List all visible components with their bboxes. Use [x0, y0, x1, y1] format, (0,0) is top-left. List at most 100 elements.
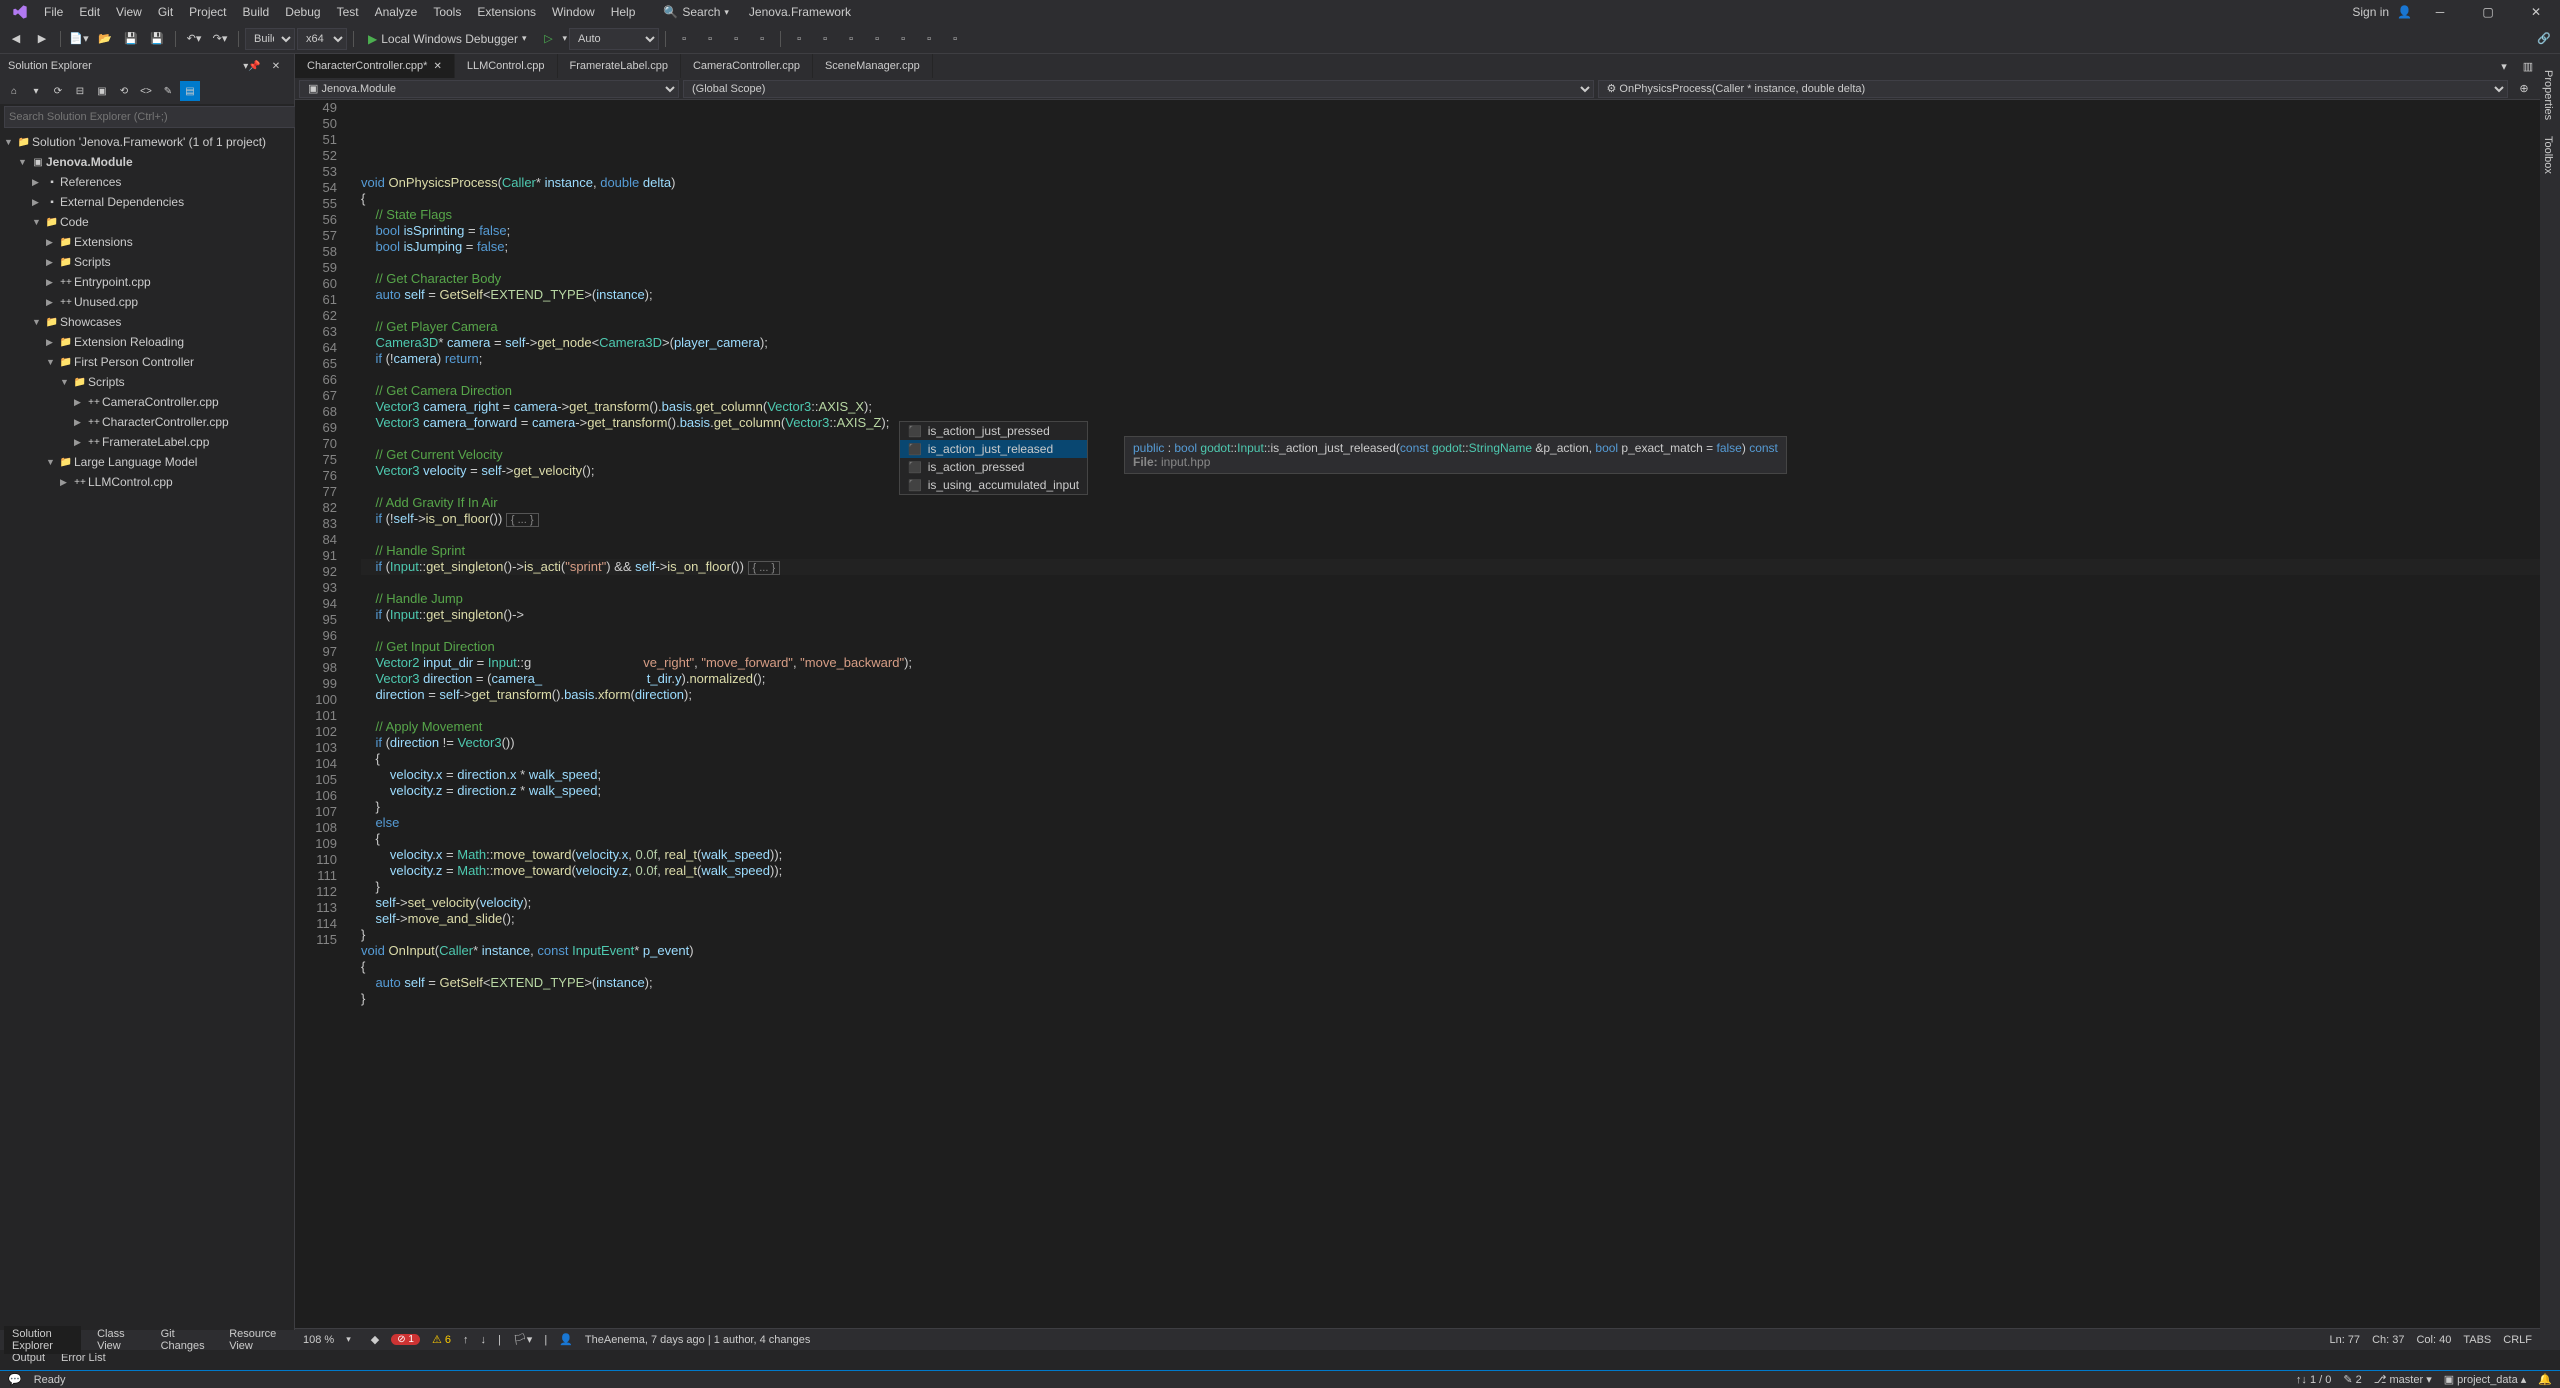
redo-button[interactable]: ↷▾	[208, 27, 232, 51]
menu-tools[interactable]: Tools	[425, 5, 469, 19]
file-tab[interactable]: CharacterController.cpp*✕	[295, 54, 455, 78]
toolbox-tab[interactable]: Toolbox	[2540, 128, 2560, 182]
preview-button[interactable]: ▤	[180, 81, 200, 101]
save-all-button[interactable]: 💾	[145, 27, 169, 51]
forward-button[interactable]: ▶	[30, 27, 54, 51]
properties-tab[interactable]: Properties	[2540, 62, 2560, 128]
error-count[interactable]: ⊘ 1	[391, 1334, 420, 1345]
tree-item[interactable]: ▶++Unused.cpp	[0, 292, 294, 312]
tool-button[interactable]: ▫	[787, 27, 811, 51]
warning-count[interactable]: ⚠ 6	[432, 1333, 451, 1346]
menu-test[interactable]: Test	[329, 5, 367, 19]
tab-split-button[interactable]: ▥	[2516, 54, 2540, 78]
menu-git[interactable]: Git	[150, 5, 181, 19]
tool-button[interactable]: ▫	[813, 27, 837, 51]
nav-project-select[interactable]: ▣ Jenova.Module	[299, 80, 679, 98]
tree-item[interactable]: ▼📁Code	[0, 212, 294, 232]
refresh-button[interactable]: ⟲	[114, 81, 134, 101]
back-button[interactable]: ◀	[4, 27, 28, 51]
indent-mode[interactable]: TABS	[2463, 1334, 2491, 1346]
new-button[interactable]: 📄▾	[67, 27, 91, 51]
pin-icon[interactable]: ▾📌	[242, 56, 262, 76]
close-button[interactable]: ✕	[2516, 0, 2556, 24]
tab-close-icon[interactable]: ✕	[433, 61, 441, 72]
tree-item[interactable]: ▼📁Scripts	[0, 372, 294, 392]
tool-button[interactable]: ▫	[698, 27, 722, 51]
tree-item[interactable]: ▶📁Scripts	[0, 252, 294, 272]
tree-item[interactable]: ▶📁Extensions	[0, 232, 294, 252]
undo-button[interactable]: ↶▾	[182, 27, 206, 51]
tree-item[interactable]: ▶▪References	[0, 172, 294, 192]
menu-window[interactable]: Window	[544, 5, 603, 19]
code-content[interactable]: ⬛is_action_just_pressed⬛is_action_just_r…	[361, 100, 2540, 1328]
tree-item[interactable]: ▶++CameraController.cpp	[0, 392, 294, 412]
line-ending[interactable]: CRLF	[2503, 1334, 2532, 1346]
close-panel-icon[interactable]: ✕	[266, 56, 286, 76]
tool-button[interactable]: ▫	[917, 27, 941, 51]
auto-select[interactable]: Auto	[569, 28, 659, 50]
solution-search-input[interactable]	[4, 106, 298, 128]
debug-start-button[interactable]: ▶ Local Windows Debugger ▾	[360, 28, 535, 50]
tool-button[interactable]: ▫	[891, 27, 915, 51]
tool-button[interactable]: ▫	[672, 27, 696, 51]
tree-item[interactable]: ▶++FramerateLabel.cpp	[0, 432, 294, 452]
open-button[interactable]: 📂	[93, 27, 117, 51]
tree-item[interactable]: ▶📁Extension Reloading	[0, 332, 294, 352]
switch-views-button[interactable]: ▾	[26, 81, 46, 101]
tree-item[interactable]: ▶++LLMControl.cpp	[0, 472, 294, 492]
pending-changes[interactable]: ✎ 2	[2343, 1373, 2361, 1386]
tree-item[interactable]: ▶++Entrypoint.cpp	[0, 272, 294, 292]
search-box[interactable]: 🔍 Search ▾	[663, 5, 729, 19]
home-button[interactable]: ⌂	[4, 81, 24, 101]
share-button[interactable]: 🔗	[2532, 27, 2556, 51]
code-button[interactable]: <>	[136, 81, 156, 101]
tree-item[interactable]: ▼📁Solution 'Jenova.Framework' (1 of 1 pr…	[0, 132, 294, 152]
intellisense-item[interactable]: ⬛is_action_just_released	[900, 440, 1087, 458]
file-tab[interactable]: CameraController.cpp	[681, 54, 813, 78]
menu-view[interactable]: View	[108, 5, 150, 19]
tool-button[interactable]: ▫	[750, 27, 774, 51]
project-data[interactable]: ▣ project_data ▴	[2444, 1373, 2527, 1386]
sync-button[interactable]: ⟳	[48, 81, 68, 101]
tree-item[interactable]: ▼▣Jenova.Module	[0, 152, 294, 172]
nav-member-select[interactable]: ⚙ OnPhysicsProcess(Caller * instance, do…	[1598, 80, 2509, 98]
branch-name[interactable]: ⎇ master ▾	[2374, 1373, 2432, 1386]
menu-project[interactable]: Project	[181, 5, 234, 19]
intellisense-item[interactable]: ⬛is_action_just_pressed	[900, 422, 1087, 440]
menu-file[interactable]: File	[36, 5, 71, 19]
minimize-button[interactable]: ─	[2420, 0, 2460, 24]
platform-select[interactable]: x64	[297, 28, 347, 50]
bottom-tab[interactable]: Resource View	[221, 1326, 291, 1354]
file-tab[interactable]: LLMControl.cpp	[455, 54, 558, 78]
tree-item[interactable]: ▼📁First Person Controller	[0, 352, 294, 372]
bottom-tab[interactable]: Solution Explorer	[4, 1326, 81, 1354]
zoom-level[interactable]: 108 %	[303, 1334, 334, 1346]
nav-down-icon[interactable]: ↓	[480, 1334, 486, 1346]
blame-info[interactable]: TheAenema, 7 days ago | 1 author, 4 chan…	[585, 1334, 810, 1346]
intellisense-item[interactable]: ⬛is_using_accumulated_input	[900, 476, 1087, 494]
file-tab[interactable]: SceneManager.cpp	[813, 54, 933, 78]
flag-icon[interactable]: 🏳▾	[513, 1333, 533, 1346]
menu-analyze[interactable]: Analyze	[367, 5, 426, 19]
intellisense-item[interactable]: ⬛is_action_pressed	[900, 458, 1087, 476]
bottom-tab[interactable]: Git Changes	[153, 1326, 214, 1354]
nav-up-icon[interactable]: ↑	[463, 1334, 469, 1346]
nav-scope-select[interactable]: (Global Scope)	[683, 80, 1594, 98]
signin-link[interactable]: Sign in	[2352, 5, 2389, 19]
tree-item[interactable]: ▶▪External Dependencies	[0, 192, 294, 212]
tool-button[interactable]: ▫	[865, 27, 889, 51]
nav-toggle-button[interactable]: ⊕	[2512, 77, 2536, 101]
properties-button[interactable]: ✎	[158, 81, 178, 101]
notification-icon[interactable]: 🔔	[2538, 1373, 2552, 1386]
tree-item[interactable]: ▼📁Large Language Model	[0, 452, 294, 472]
tool-button[interactable]: ▫	[943, 27, 967, 51]
menu-help[interactable]: Help	[603, 5, 644, 19]
collapse-button[interactable]: ⊟	[70, 81, 90, 101]
tool-button[interactable]: ▫	[839, 27, 863, 51]
tree-item[interactable]: ▶++CharacterController.cpp	[0, 412, 294, 432]
user-icon[interactable]: 👤	[2397, 5, 2412, 19]
sync-status[interactable]: ↑↓ 1 / 0	[2296, 1374, 2331, 1386]
start-without-debug-button[interactable]: ▷	[537, 27, 561, 51]
file-tab[interactable]: FramerateLabel.cpp	[558, 54, 681, 78]
tree-item[interactable]: ▼📁Showcases	[0, 312, 294, 332]
